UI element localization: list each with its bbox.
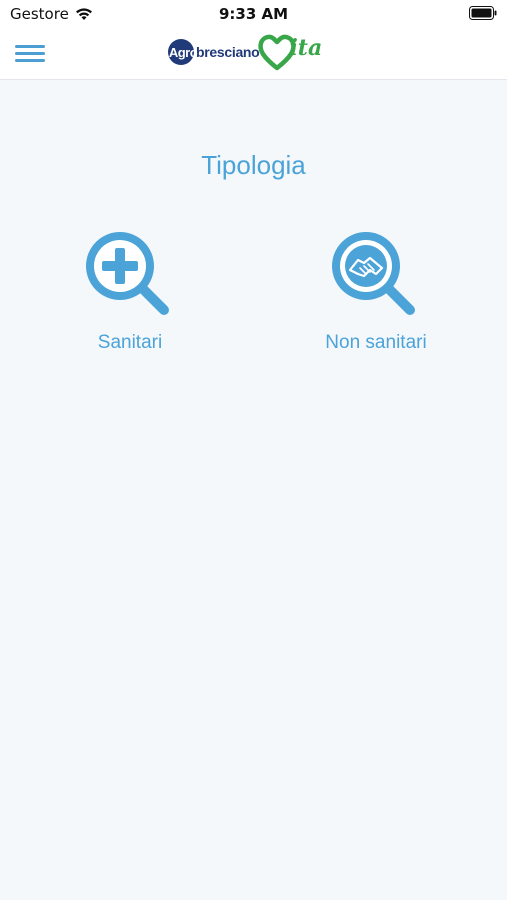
app-header: Agro bresciano ita: [0, 28, 507, 80]
medical-search-icon: [86, 232, 169, 315]
page-title: Tipologia: [201, 150, 306, 180]
agrobresciano-vita-logo: Agro bresciano ita: [168, 30, 322, 74]
menu-bar: [15, 45, 45, 48]
logo-agro-text: Agro: [168, 44, 198, 60]
option-label: Non sanitari: [325, 332, 427, 353]
logo-bresciano-text: bresciano: [196, 44, 260, 60]
status-time: 9:33 AM: [218, 5, 289, 23]
battery-icon: [469, 6, 497, 20]
logo-agro-badge: Agro: [168, 39, 198, 65]
menu-bar: [15, 52, 45, 55]
logo-ita-text: ita: [289, 35, 323, 61]
status-bar: Gestore 9:33 AM: [0, 0, 507, 28]
handshake-search-icon: [332, 232, 415, 315]
menu-bar: [15, 59, 45, 62]
option-label: Sanitari: [97, 332, 163, 353]
option-sanitari[interactable]: Sanitari: [40, 230, 220, 354]
option-non-sanitari[interactable]: Non sanitari: [286, 230, 466, 354]
hamburger-menu-button[interactable]: [15, 41, 47, 67]
